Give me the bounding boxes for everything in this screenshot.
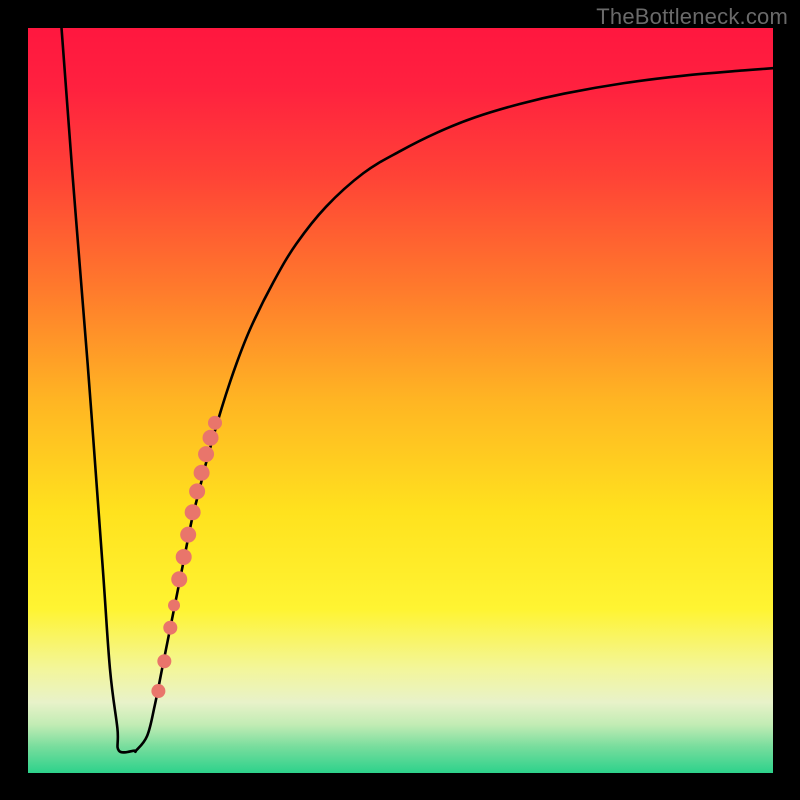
highlight-dot — [168, 599, 180, 611]
highlight-dot — [171, 571, 187, 587]
highlight-dot — [189, 483, 205, 499]
watermark-text: TheBottleneck.com — [596, 4, 788, 30]
highlight-dot — [180, 527, 196, 543]
highlight-dot — [198, 446, 214, 462]
highlight-dot — [203, 430, 219, 446]
highlight-dots — [151, 416, 222, 698]
highlight-dot — [176, 549, 192, 565]
highlight-dot — [151, 684, 165, 698]
bottleneck-curve — [62, 28, 773, 752]
chart-outer-frame: TheBottleneck.com — [0, 0, 800, 800]
highlight-dot — [163, 621, 177, 635]
plot-area — [28, 28, 773, 773]
highlight-dot — [208, 416, 222, 430]
curve-layer — [28, 28, 773, 773]
highlight-dot — [194, 465, 210, 481]
highlight-dot — [157, 654, 171, 668]
highlight-dot — [185, 504, 201, 520]
